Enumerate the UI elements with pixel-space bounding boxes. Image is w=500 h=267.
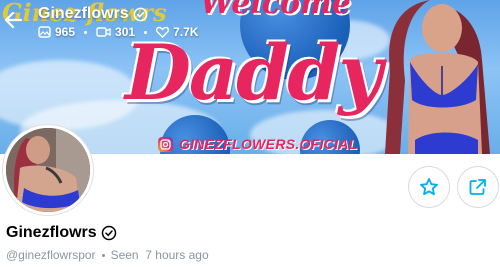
add-to-favorites-button[interactable] (408, 166, 450, 208)
meta-separator (101, 253, 105, 257)
header-stats: 965 301 7.7K (38, 25, 198, 39)
verified-badge-icon (133, 7, 148, 21)
profile-username: @ginezflowrspor (6, 248, 96, 262)
instagram-icon (158, 136, 173, 152)
stats-separator (84, 30, 88, 34)
videos-count: 301 (115, 25, 136, 39)
profile-name: Ginezflowrs (6, 224, 97, 241)
heart-icon (156, 26, 170, 38)
profile-name-row: Ginezflowrs (6, 224, 117, 242)
avatar-photo (6, 128, 90, 212)
header-title-row: Ginezflowrs (38, 5, 148, 23)
cover-instagram-tag: GINEZFLOWERS.OFICIAL (158, 136, 358, 152)
photos-count: 965 (55, 25, 76, 39)
image-icon (38, 26, 51, 38)
videos-count-stat: 301 (96, 25, 135, 39)
last-seen-status: Seen 7 hours ago (110, 248, 209, 262)
photos-count-stat: 965 (38, 25, 75, 39)
avatar[interactable] (3, 125, 93, 215)
header-title: Ginezflowrs (38, 5, 129, 22)
arrow-left-icon[interactable] (4, 11, 22, 29)
cover-headline-text: Daddy (125, 28, 383, 117)
verified-badge-icon (101, 225, 116, 241)
instagram-handle: GINEZFLOWERS.OFICIAL (179, 136, 358, 152)
likes-count-stat: 7.7K (156, 25, 198, 39)
share-button[interactable] (457, 166, 499, 208)
cover-banner: Ginez flowrs Welcome Daddy GINEZFLOWERS.… (0, 0, 500, 154)
star-icon (420, 178, 438, 196)
profile-meta-row: @ginezflowrspor Seen 7 hours ago (6, 248, 209, 262)
stats-separator (144, 30, 148, 34)
cover-photo-figure (385, 0, 490, 154)
likes-count: 7.7K (173, 25, 199, 39)
share-icon (469, 179, 486, 195)
cover-welcome-text: Welcome (200, 0, 351, 21)
video-icon (96, 27, 111, 37)
